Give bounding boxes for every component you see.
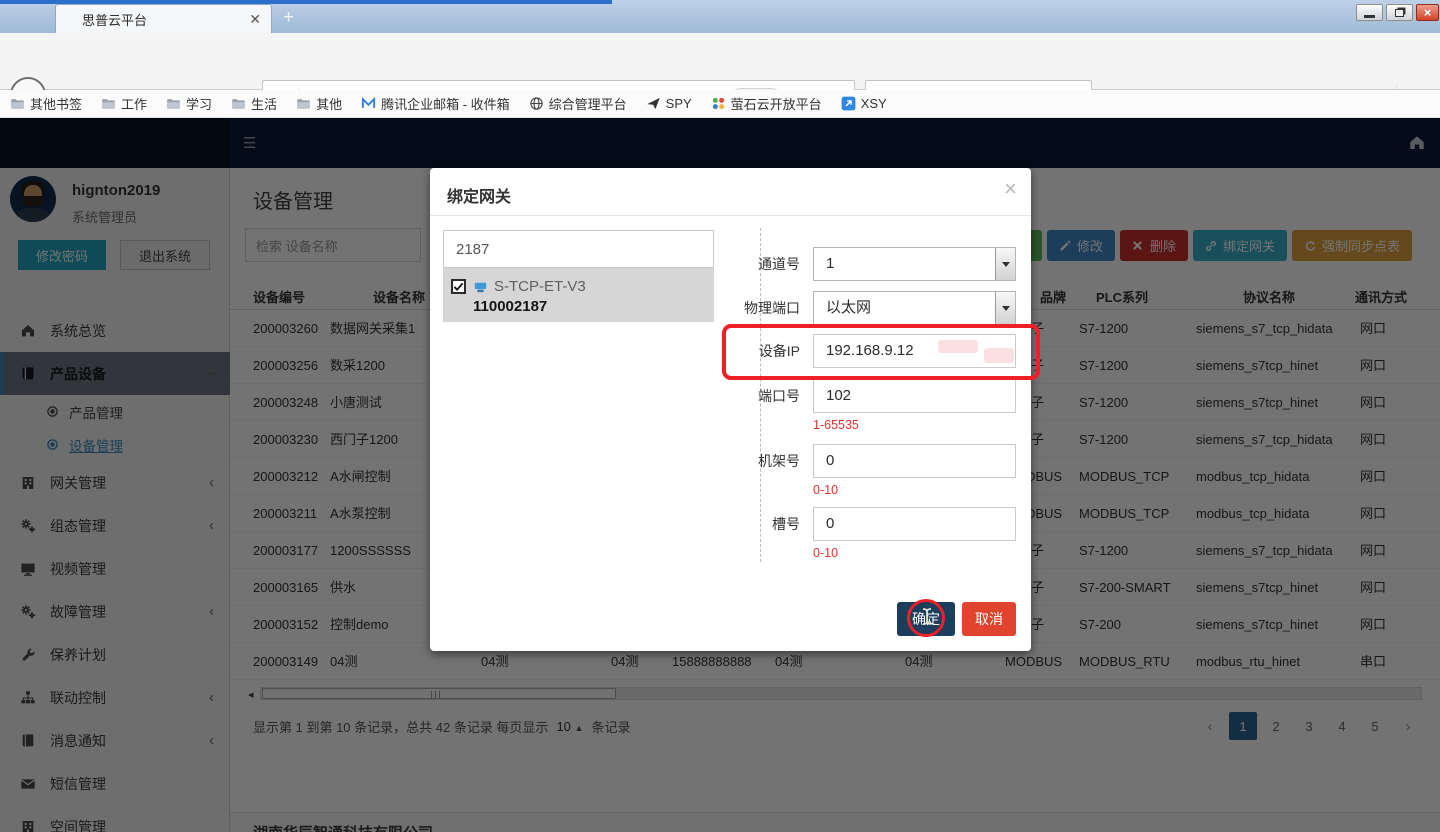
input-端口号[interactable]: 102 (813, 379, 1016, 413)
folder-icon (166, 96, 181, 111)
tab-close-icon[interactable]: ✕ (249, 12, 261, 26)
window-minimize-button[interactable] (1356, 4, 1383, 21)
select-通道号[interactable]: 1 (813, 247, 1016, 281)
browser-tab[interactable]: 思普云平台 ✕ (55, 4, 272, 33)
bookmark-label: 工作 (121, 94, 147, 113)
gateway-checkbox[interactable] (451, 279, 466, 294)
xsy-icon (841, 96, 856, 111)
field-label: 机架号 (720, 444, 800, 478)
globe-icon (529, 96, 544, 111)
bookmark-label: 其他 (316, 94, 342, 113)
bookmark-label: SPY (666, 96, 692, 111)
bind-gateway-modal: 绑定网关 × 2187 S-TCP-ET-V3 110002187 通道号 1 物理… (430, 168, 1031, 651)
plane-icon (646, 96, 661, 111)
field-label: 端口号 (720, 379, 800, 413)
bookmark-item[interactable]: 工作 (101, 94, 147, 113)
folder-icon (101, 96, 116, 111)
field-hint: 0-10 (813, 546, 838, 560)
folder-icon (231, 96, 246, 111)
bookmark-item[interactable]: 其他 (296, 94, 342, 113)
bookmark-item[interactable]: 综合管理平台 (529, 94, 627, 113)
browser-nav-bar: ← → ↻ ⌂ iot.idosp.net/admin/index.html?l… (0, 33, 1440, 90)
field-value: 102 (826, 380, 851, 412)
select-物理端口[interactable]: 以太网 (813, 291, 1016, 325)
browser-tab-bar: 思普云平台 ✕ + × (0, 0, 1440, 33)
field-label: 物理端口 (720, 291, 800, 325)
window-close-button[interactable]: × (1416, 4, 1439, 21)
bookmark-item[interactable]: 其他书签 (10, 94, 82, 113)
new-tab-button[interactable]: + (283, 7, 294, 29)
ys-icon (711, 96, 726, 111)
bookmark-item[interactable]: SPY (646, 96, 692, 111)
gateway-id: 110002187 (473, 298, 547, 315)
bookmark-label: 腾讯企业邮箱 - 收件箱 (381, 94, 510, 113)
field-hint: 0-10 (813, 483, 838, 497)
bookmark-label: 其他书签 (30, 94, 82, 113)
bookmarks-bar: 其他书签 工作 学习 生活 其他 腾讯企业邮箱 - 收件箱 综合管理平台 SPY 萤石云开放平台… (0, 90, 1440, 118)
gateway-list-item[interactable]: S-TCP-ET-V3 110002187 (443, 268, 714, 322)
modal-header: 绑定网关 × (430, 168, 1031, 216)
input-槽号[interactable]: 0 (813, 507, 1016, 541)
bookmark-label: 生活 (251, 94, 277, 113)
bookmark-item[interactable]: 萤石云开放平台 (711, 94, 822, 113)
field-value: 0 (826, 508, 834, 540)
dropdown-arrow-icon[interactable] (995, 292, 1015, 324)
bookmark-label: XSY (861, 96, 887, 111)
folder-icon (296, 96, 311, 111)
text-cursor-icon (921, 607, 933, 626)
modal-close-icon[interactable]: × (1004, 178, 1017, 200)
bookmark-label: 学习 (186, 94, 212, 113)
dropdown-arrow-icon[interactable] (995, 248, 1015, 280)
field-value: 以太网 (826, 292, 871, 324)
bookmark-item[interactable]: 腾讯企业邮箱 - 收件箱 (361, 94, 510, 113)
field-label: 通道号 (720, 247, 800, 281)
gateway-name: S-TCP-ET-V3 (494, 278, 586, 295)
gateway-search-input[interactable]: 2187 (443, 230, 714, 268)
bookmark-item[interactable]: 生活 (231, 94, 277, 113)
annotation-highlight-box (722, 324, 1040, 380)
field-hint: 1-65535 (813, 418, 859, 432)
tencent-icon (361, 96, 376, 111)
cancel-button[interactable]: 取消 (962, 602, 1016, 636)
gateway-icon (473, 279, 488, 294)
field-label: 槽号 (720, 507, 800, 541)
folder-icon (10, 96, 25, 111)
screen: 思普云平台 ✕ + × ← → ↻ ⌂ iot.idosp.net/admin/… (0, 0, 1440, 832)
bookmark-item[interactable]: 学习 (166, 94, 212, 113)
bookmark-label: 综合管理平台 (549, 94, 627, 113)
bookmark-label: 萤石云开放平台 (731, 94, 822, 113)
input-机架号[interactable]: 0 (813, 444, 1016, 478)
field-value: 0 (826, 445, 834, 477)
modal-title: 绑定网关 (447, 183, 511, 207)
field-value: 1 (826, 248, 834, 280)
window-restore-button[interactable] (1386, 4, 1413, 21)
tab-title: 思普云平台 (82, 10, 249, 29)
bookmark-item[interactable]: XSY (841, 96, 887, 111)
